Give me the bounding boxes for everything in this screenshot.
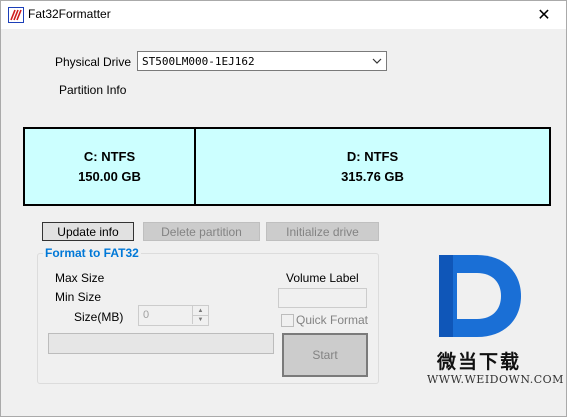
close-button[interactable]: ✕ xyxy=(522,1,566,29)
delete-partition-button[interactable]: Delete partition xyxy=(143,222,260,241)
volume-label-caption: Volume Label xyxy=(286,271,359,285)
size-mb-label: Size(MB) xyxy=(74,310,124,324)
chevron-down-icon xyxy=(372,58,382,64)
volume-label-input[interactable] xyxy=(278,288,367,308)
physical-drive-select[interactable]: ST500LM000-1EJ162 xyxy=(137,51,387,71)
physical-drive-value: ST500LM000-1EJ162 xyxy=(142,55,255,68)
physical-drive-label: Physical Drive xyxy=(55,55,132,69)
quick-format-checkbox[interactable] xyxy=(281,314,294,327)
app-window: Fat32Formatter ✕ Physical Drive ST500LM0… xyxy=(0,0,567,417)
update-info-button[interactable]: Update info xyxy=(42,222,134,241)
format-progress-bar xyxy=(48,333,274,354)
size-stepper[interactable]: 0 ▲ ▼ xyxy=(138,305,209,326)
partition-name: D: NTFS xyxy=(346,148,399,164)
max-size-label: Max Size xyxy=(55,271,105,285)
watermark-text: 微当下载 xyxy=(437,351,522,373)
app-icon xyxy=(8,7,24,23)
partition-c[interactable]: C: NTFS 150.00 GB xyxy=(25,129,196,204)
partition-name: C: NTFS xyxy=(83,148,136,164)
window-title: Fat32Formatter xyxy=(28,7,111,21)
min-size-label: Min Size xyxy=(55,290,102,304)
partition-d[interactable]: D: NTFS 315.76 GB xyxy=(196,129,549,204)
partition-size: 315.76 GB xyxy=(341,168,404,184)
close-icon: ✕ xyxy=(537,7,551,24)
start-button[interactable]: Start xyxy=(282,333,368,377)
partition-info-label: Partition Info xyxy=(59,83,127,97)
size-value: 0 xyxy=(143,309,150,321)
weidown-logo-icon xyxy=(439,255,521,337)
title-bar: Fat32Formatter ✕ xyxy=(1,1,566,29)
quick-format-label: Quick Format xyxy=(296,313,369,327)
partition-map: C: NTFS 150.00 GB D: NTFS 315.76 GB xyxy=(23,127,551,206)
format-group-title: Format to FAT32 xyxy=(43,246,141,260)
partition-size: 150.00 GB xyxy=(78,168,141,184)
initialize-drive-button[interactable]: Initialize drive xyxy=(266,222,379,241)
spin-down-icon[interactable]: ▼ xyxy=(192,315,208,324)
watermark-url: WWW.WEIDOWN.COM xyxy=(427,373,564,386)
